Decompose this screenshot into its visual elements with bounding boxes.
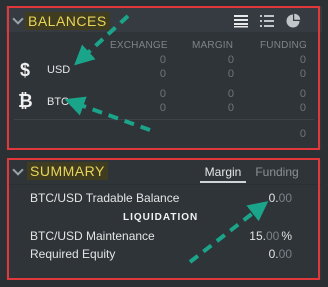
- balances-highlight-frame: [7, 6, 320, 150]
- summary-highlight-frame: [7, 158, 320, 280]
